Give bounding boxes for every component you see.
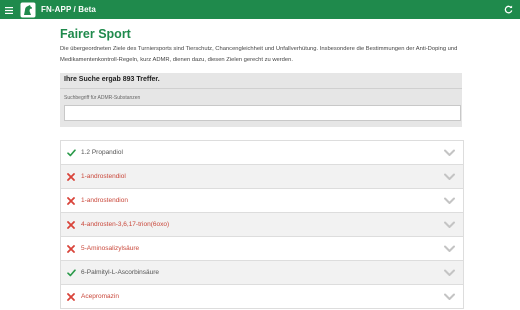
cross-icon xyxy=(66,292,76,302)
substance-row[interactable]: Acepromazin xyxy=(61,285,463,309)
chevron-down-icon[interactable] xyxy=(444,291,455,302)
hamburger-menu-icon xyxy=(5,1,13,19)
chevron-down-icon[interactable] xyxy=(444,219,455,230)
search-input[interactable] xyxy=(64,105,461,121)
cross-icon xyxy=(66,196,76,206)
substance-name: Acepromazin xyxy=(81,293,119,300)
app-toolbar: FN-APP / Beta xyxy=(0,0,520,19)
search-label: Suchbegriff für ADMR-Substanzen xyxy=(64,95,141,101)
page-title: Fairer Sport xyxy=(60,27,131,41)
chevron-down-icon[interactable] xyxy=(444,147,455,158)
substance-row[interactable]: 1-androstendion xyxy=(61,189,463,213)
substance-name: 1-androstendiol xyxy=(81,173,126,180)
substance-name: 4-androsten-3,6,17-trion(6oxo) xyxy=(81,221,170,228)
search-panel: Ihre Suche ergab 893 Treffer. Suchbegrif… xyxy=(60,73,462,127)
substance-row[interactable]: 1-androstendiol xyxy=(61,165,463,189)
substance-name: 6-Palmityl-L-Ascorbinsäure xyxy=(81,269,160,276)
substance-row[interactable]: 6-Palmityl-L-Ascorbinsäure xyxy=(61,261,463,285)
refresh-icon xyxy=(504,1,513,19)
substance-row[interactable]: 5-Aminosalizylsäure xyxy=(61,237,463,261)
menu-button[interactable] xyxy=(0,0,18,19)
chevron-down-icon[interactable] xyxy=(444,195,455,206)
horse-logo-icon xyxy=(20,2,36,18)
cross-icon xyxy=(66,220,76,230)
chevron-down-icon[interactable] xyxy=(444,267,455,278)
substance-row[interactable]: 4-androsten-3,6,17-trion(6oxo) xyxy=(61,213,463,237)
cross-icon xyxy=(66,244,76,254)
substance-list: 1.2 Propandiol 1-androstendiol 1-androsten… xyxy=(60,140,464,309)
substance-row[interactable]: 1.2 Propandiol xyxy=(61,141,463,165)
cross-icon xyxy=(66,172,76,182)
chevron-down-icon[interactable] xyxy=(444,171,455,182)
intro-paragraph: Die übergeordneten Ziele des Turnierspor… xyxy=(60,46,458,63)
substance-name: 1.2 Propandiol xyxy=(81,149,123,156)
refresh-button[interactable] xyxy=(501,2,516,17)
substance-name: 1-androstendion xyxy=(81,197,128,204)
checkmark-icon xyxy=(66,268,76,278)
substance-name: 5-Aminosalizylsäure xyxy=(81,245,140,252)
results-count: Ihre Suche ergab 893 Treffer. xyxy=(64,76,160,83)
app-title: FN-APP / Beta xyxy=(41,5,96,14)
chevron-down-icon[interactable] xyxy=(444,243,455,254)
checkmark-icon xyxy=(66,148,76,158)
divider xyxy=(60,88,462,89)
